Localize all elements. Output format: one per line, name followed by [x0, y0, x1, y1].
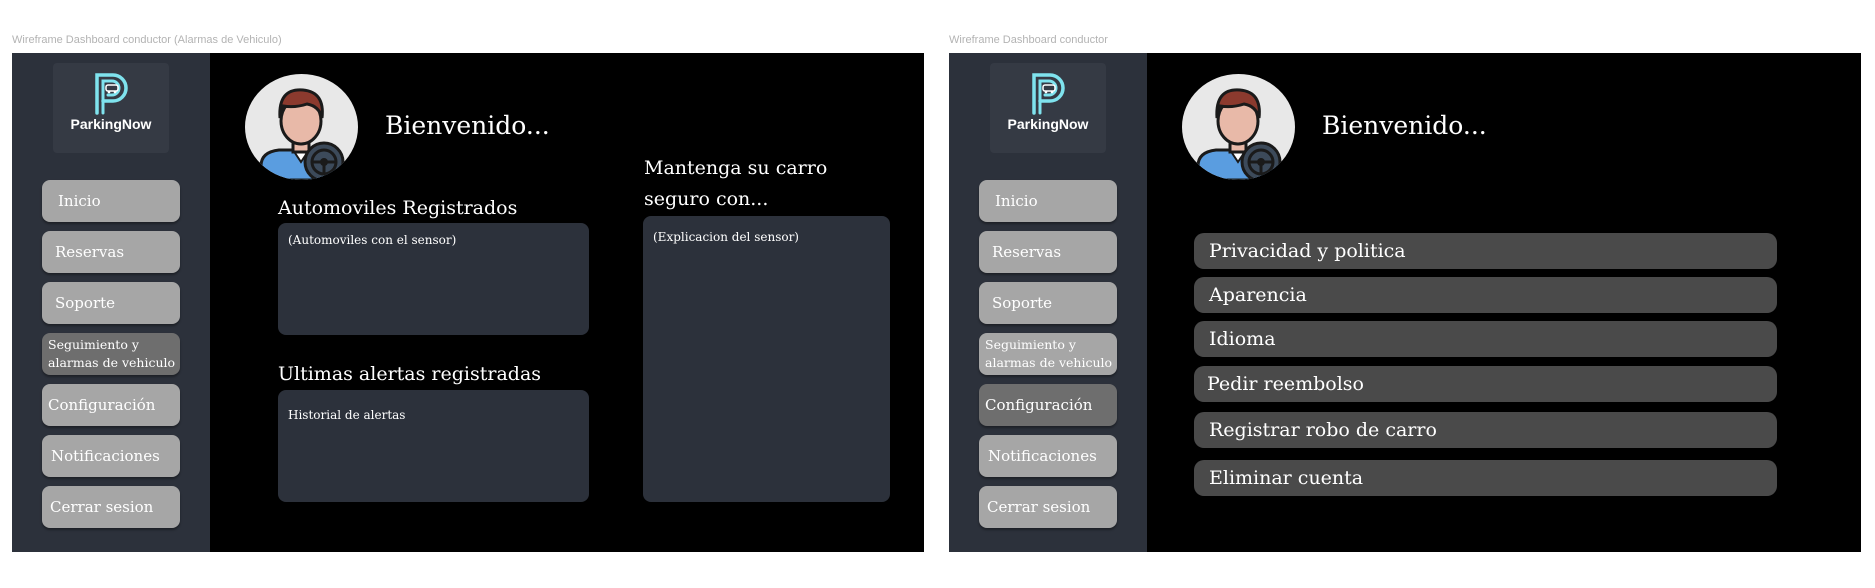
dashboard-frame-alarms: ParkingNow Inicio Reservas Soporte Segui… [12, 53, 924, 552]
nav-reservas-button[interactable]: Reservas [42, 231, 180, 273]
alerts-panel: Historial de alertas [278, 390, 589, 502]
delete-account-button[interactable]: Eliminar cuenta [1194, 460, 1777, 496]
report-car-theft-button[interactable]: Registrar robo de carro [1194, 412, 1777, 448]
welcome-text: Bienvenido... [1322, 111, 1487, 140]
alerts-panel-text: Historial de alertas [288, 408, 406, 422]
nav-notificaciones-button[interactable]: Notificaciones [42, 435, 180, 477]
nav-configuracion-button[interactable]: Configuración [979, 384, 1117, 426]
dashboard-frame-settings: ParkingNow Inicio Reservas Soporte Segui… [949, 53, 1861, 552]
logo-text: ParkingNow [70, 116, 152, 132]
nav-reservas-button[interactable]: Reservas [979, 231, 1117, 273]
frame-title: Wireframe Dashboard conductor (Alarmas d… [12, 34, 282, 46]
cars-panel-text: (Automoviles con el sensor) [288, 233, 457, 247]
parking-logo-icon [1032, 73, 1065, 115]
sidebar: ParkingNow Inicio Reservas Soporte Segui… [12, 53, 210, 552]
nav-cerrar-sesion-button[interactable]: Cerrar sesion [979, 486, 1117, 528]
appearance-button[interactable]: Aparencia [1194, 277, 1777, 313]
request-refund-button[interactable]: Pedir reembolso [1194, 366, 1777, 402]
cars-panel: (Automoviles con el sensor) [278, 223, 589, 335]
nav-inicio-button[interactable]: Inicio [979, 180, 1117, 222]
nav-seguimiento-button[interactable]: Seguimiento y alarmas de vehiculo [42, 333, 180, 375]
app-logo[interactable]: ParkingNow [53, 63, 169, 153]
driver-icon [259, 88, 345, 180]
privacy-policy-button[interactable]: Privacidad y politica [1194, 233, 1777, 269]
nav-cerrar-sesion-button[interactable]: Cerrar sesion [42, 486, 180, 528]
nav-soporte-button[interactable]: Soporte [42, 282, 180, 324]
sensor-panel-text: (Explicacion del sensor) [653, 230, 799, 244]
parking-logo-icon [95, 73, 128, 115]
nav-inicio-button[interactable]: Inicio [42, 180, 180, 222]
sidebar: ParkingNow Inicio Reservas Soporte Segui… [949, 53, 1147, 552]
frame-title: Wireframe Dashboard conductor [949, 34, 1108, 46]
language-button[interactable]: Idioma [1194, 321, 1777, 357]
sensor-panel: (Explicacion del sensor) [643, 216, 890, 502]
nav-seguimiento-button[interactable]: Seguimiento y alarmas de vehiculo [979, 333, 1117, 375]
logo-text: ParkingNow [1007, 116, 1089, 132]
sensor-title: Mantenga su carro seguro con... [644, 157, 828, 210]
driver-icon [1196, 88, 1282, 180]
welcome-text: Bienvenido... [385, 111, 550, 140]
nav-configuracion-button[interactable]: Configuración [42, 384, 180, 426]
nav-notificaciones-button[interactable]: Notificaciones [979, 435, 1117, 477]
driver-avatar [1182, 74, 1295, 180]
alerts-title: Ultimas alertas registradas [278, 363, 542, 385]
app-logo[interactable]: ParkingNow [990, 63, 1106, 153]
nav-soporte-button[interactable]: Soporte [979, 282, 1117, 324]
cars-title: Automoviles Registrados [278, 197, 518, 219]
driver-avatar [245, 74, 358, 180]
